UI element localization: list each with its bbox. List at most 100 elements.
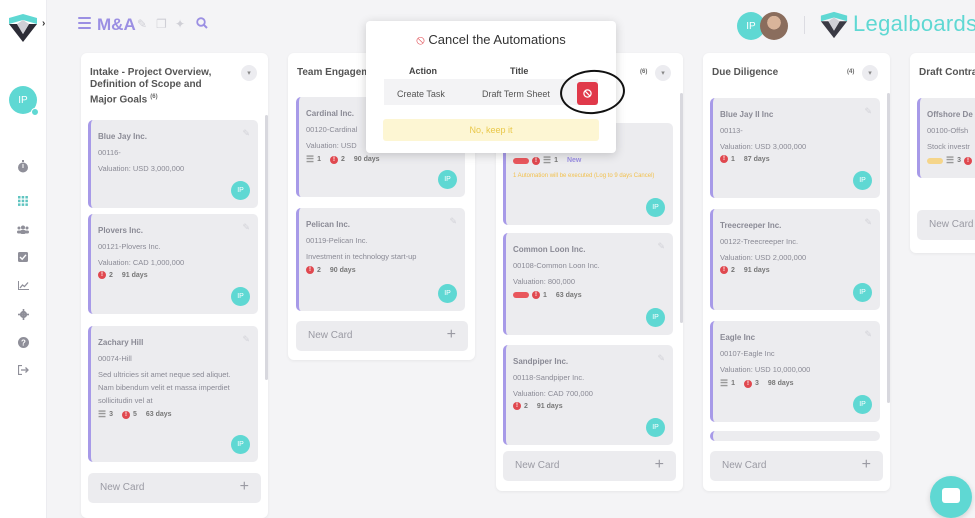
edit-card-icon[interactable]: ✎ <box>242 222 250 233</box>
card-title: Offshore De <box>927 110 973 119</box>
card-title: Blue Jay Inc. <box>98 132 147 141</box>
kanban-card[interactable]: Eagle Inc 00107-Eagle Inc Valuation: USD… <box>710 321 880 422</box>
alert-icon: ! <box>532 156 540 165</box>
status-pill <box>927 157 943 164</box>
plus-icon: + <box>654 456 664 473</box>
card-meta: ☰ 3 ! <box>927 155 972 166</box>
edit-card-icon[interactable]: ✎ <box>242 334 250 345</box>
card-meta: ☰ 3 ! 5 63 days <box>98 409 172 419</box>
card-title: Cardinal Inc. <box>306 109 355 118</box>
new-card-button[interactable]: New Card + <box>88 473 261 503</box>
card-description: Sed ultricies sit amet neque sed aliquet… <box>98 370 231 405</box>
column-header-title: Title <box>510 66 529 76</box>
checkbox-icon[interactable] <box>15 249 31 265</box>
card-assignee-avatar: IP <box>853 171 872 190</box>
kanban-card[interactable]: Offshore De 00100-Offsh Stock investr ☰ 3… <box>917 98 975 178</box>
edit-card-icon[interactable]: ✎ <box>657 241 665 252</box>
column-menu-icon[interactable]: ▾ <box>862 65 878 81</box>
edit-card-icon[interactable]: ✎ <box>242 128 250 139</box>
plus-icon: + <box>239 478 249 495</box>
card-meta: ! 1 87 days <box>720 155 770 163</box>
alert-icon: ! <box>963 156 972 165</box>
alert-icon: ! <box>121 410 130 419</box>
card-meta: ☰ 1 ! 3 98 days <box>720 378 794 388</box>
grid-icon[interactable] <box>15 193 31 209</box>
column-scrollbar[interactable] <box>680 93 683 323</box>
brand-logo-icon <box>820 11 848 39</box>
app-logo-icon[interactable] <box>7 12 39 44</box>
card-code: 00118-Sandpiper Inc. <box>513 373 585 382</box>
card-assignee-avatar: IP <box>438 170 457 189</box>
alert-icon: ! <box>720 266 728 274</box>
card-description: Valuation: 800,000 <box>513 277 575 286</box>
logout-icon[interactable] <box>15 362 31 378</box>
kanban-card[interactable]: Treecreeper Inc. 00122-Treecreeper Inc. … <box>710 209 880 310</box>
alert-icon: ! <box>743 379 752 388</box>
gear-icon[interactable] <box>15 306 31 322</box>
column-menu-icon[interactable]: ▾ <box>241 65 257 81</box>
kanban-card[interactable]: Sandpiper Inc. 00118-Sandpiper Inc. Valu… <box>503 345 673 445</box>
new-card-button[interactable]: New Card + <box>296 321 468 351</box>
card-title: Treecreeper Inc. <box>720 221 782 230</box>
search-icon[interactable] <box>196 16 208 32</box>
keep-automation-button[interactable]: No, keep it <box>383 119 599 141</box>
alert-icon: ! <box>98 271 106 279</box>
card-code: 00100-Offsh <box>927 126 969 135</box>
edit-card-icon[interactable]: ✎ <box>657 353 665 364</box>
card-meta: ! 2 90 days <box>306 266 356 274</box>
card-description: Valuation: CAD 700,000 <box>513 389 593 398</box>
stopwatch-icon[interactable] <box>15 158 31 174</box>
card-description: Valuation: CAD 1,000,000 <box>98 258 185 267</box>
edit-card-icon[interactable]: ✎ <box>864 106 872 117</box>
people-icon[interactable] <box>15 221 31 237</box>
kanban-card[interactable]: Blue Jay Inc. 00116- Valuation: USD 3,00… <box>88 120 258 208</box>
new-badge: New <box>566 157 582 164</box>
board-column: Draft Contrac Offshore De 00100-Offsh St… <box>910 53 975 253</box>
column-scrollbar[interactable] <box>265 115 268 380</box>
column-scrollbar[interactable] <box>887 93 890 403</box>
topbar-divider <box>804 16 805 34</box>
chat-launcher-button[interactable] <box>930 476 972 518</box>
new-card-button[interactable]: New Card + <box>710 451 883 481</box>
card-assignee-avatar: IP <box>646 198 665 217</box>
column-menu-icon[interactable]: ▾ <box>655 65 671 81</box>
new-card-button[interactable]: New Card <box>917 210 975 240</box>
card-description: Stock investr <box>927 142 970 151</box>
chart-icon[interactable] <box>15 277 31 293</box>
kanban-card[interactable]: Common Loon Inc. 00108-Common Loon Inc. … <box>503 233 673 335</box>
plus-icon: + <box>861 456 871 473</box>
kanban-card[interactable]: Plovers Inc. 00121-Plovers Inc. Valuatio… <box>88 214 258 314</box>
card-code: 00113- <box>720 126 743 135</box>
card-assignee-avatar: IP <box>853 283 872 302</box>
edit-card-icon[interactable]: ✎ <box>864 217 872 228</box>
edit-card-icon[interactable]: ✎ <box>864 329 872 340</box>
card-assignee-avatar: IP <box>646 308 665 327</box>
svg-text:?: ? <box>21 338 26 347</box>
board-column: Due Diligence (4) ▾ Blue Jay II Inc 0011… <box>703 53 890 491</box>
edit-icon[interactable]: ✎ <box>137 17 147 31</box>
team-member-avatar[interactable] <box>760 12 788 40</box>
task-list-icon: ☰ <box>720 378 729 388</box>
card-title: Plovers Inc. <box>98 226 143 235</box>
card-title: Sandpiper Inc. <box>513 357 569 366</box>
card-meta: ☰ 1 ! 2 90 days <box>306 154 380 164</box>
kanban-card-partial[interactable] <box>710 431 880 441</box>
help-icon[interactable]: ? <box>15 334 31 350</box>
card-title: Pelican Inc. <box>306 220 351 229</box>
magic-icon[interactable]: ✦ <box>175 17 185 31</box>
edit-card-icon[interactable]: ✎ <box>449 216 457 227</box>
kanban-card[interactable]: Blue Jay II Inc 00113- Valuation: USD 3,… <box>710 98 880 198</box>
menu-icon[interactable] <box>78 17 91 29</box>
expand-sidebar-icon[interactable]: › <box>42 18 45 29</box>
automation-warning: 1 Automation will be executed (Log to 9 … <box>513 173 655 179</box>
task-list-icon: ☰ <box>98 409 107 419</box>
sidebar: › IP ? <box>0 0 47 518</box>
kanban-card[interactable]: Pelican Inc. 00119-Pelican Inc. Investme… <box>296 208 465 311</box>
ban-icon: ⦸ <box>416 32 425 47</box>
new-card-button[interactable]: New Card + <box>503 451 676 481</box>
card-assignee-avatar: IP <box>231 287 250 306</box>
board-title: M&A <box>97 15 136 34</box>
card-title: Common Loon Inc. <box>513 245 586 254</box>
kanban-card[interactable]: Zachary Hill 00074-Hill Sed ultricies si… <box>88 326 258 462</box>
copy-icon[interactable]: ❐ <box>156 17 167 31</box>
